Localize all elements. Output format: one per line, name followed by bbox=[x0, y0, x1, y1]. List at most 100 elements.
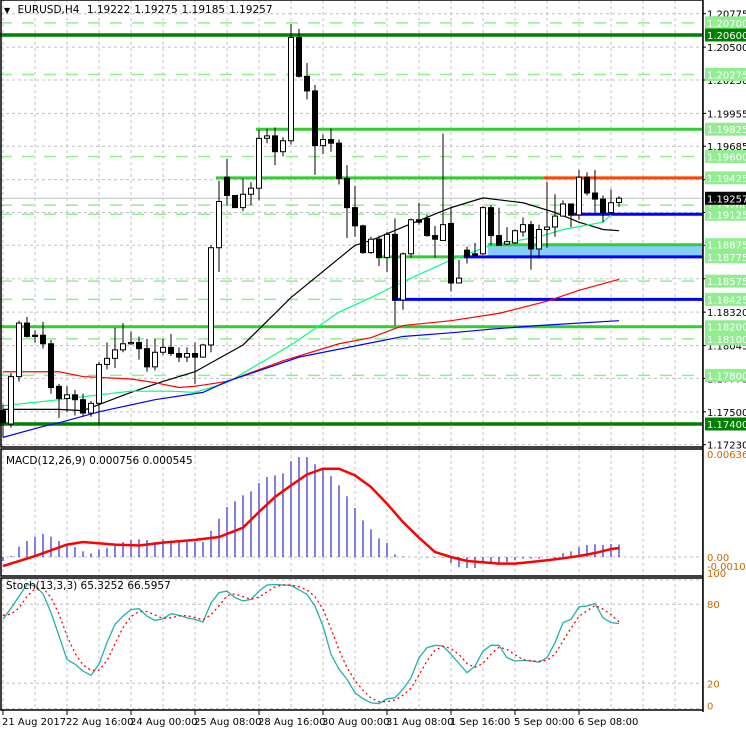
candle bbox=[544, 182, 550, 248]
candle-body bbox=[216, 201, 222, 249]
candle-body bbox=[344, 177, 350, 209]
candle bbox=[144, 338, 150, 372]
candle-body bbox=[392, 233, 398, 301]
candle bbox=[48, 340, 54, 394]
candle-body bbox=[184, 352, 190, 358]
candle bbox=[448, 207, 454, 292]
candle-body bbox=[368, 238, 374, 254]
candle bbox=[24, 317, 30, 338]
date-label: 25 Aug 08:00 bbox=[194, 717, 261, 728]
candle bbox=[408, 218, 414, 258]
candle-body bbox=[432, 235, 438, 240]
candle-body bbox=[328, 139, 334, 144]
candle bbox=[320, 134, 326, 155]
candle-body bbox=[272, 135, 278, 153]
candle bbox=[136, 336, 142, 360]
stoch-main-line bbox=[2, 583, 620, 705]
candle-body bbox=[72, 394, 78, 401]
candle bbox=[248, 182, 254, 206]
candle bbox=[184, 347, 190, 362]
candle bbox=[552, 194, 558, 237]
candle bbox=[360, 224, 366, 254]
candle bbox=[336, 139, 342, 185]
stoch-signal-line bbox=[2, 584, 620, 703]
date-label: 28 Aug 16:00 bbox=[258, 717, 325, 728]
candle-body bbox=[16, 322, 22, 378]
candle bbox=[216, 180, 222, 273]
candle-body bbox=[416, 219, 422, 223]
date-label: 1 Sep 16:00 bbox=[450, 717, 510, 728]
candle bbox=[592, 169, 598, 213]
candle bbox=[392, 218, 398, 326]
candle bbox=[432, 225, 438, 258]
candle-body bbox=[512, 230, 518, 244]
candle-body bbox=[200, 344, 206, 358]
level-price-label: 1.18100 bbox=[707, 335, 746, 346]
level-price-label: 1.18425 bbox=[707, 295, 746, 306]
candle bbox=[560, 200, 566, 217]
candle-body bbox=[152, 351, 158, 368]
candle bbox=[288, 24, 294, 145]
candle bbox=[160, 338, 166, 355]
candle bbox=[600, 195, 606, 223]
price-tick-label: 1.17500 bbox=[707, 408, 746, 419]
candle bbox=[496, 207, 502, 246]
candle-body bbox=[408, 219, 414, 255]
support-zone bbox=[488, 244, 703, 257]
macd-signal-line bbox=[2, 467, 620, 568]
level-price-label: 1.18575 bbox=[707, 277, 746, 288]
candle bbox=[384, 231, 390, 273]
date-label: 5 Sep 00:00 bbox=[514, 717, 574, 728]
candle-body bbox=[448, 222, 454, 284]
candle-body bbox=[192, 352, 198, 358]
candle-body bbox=[208, 247, 214, 346]
candle-body bbox=[560, 203, 566, 217]
candle-body bbox=[400, 253, 406, 301]
open-price: 1.19222 bbox=[86, 4, 131, 16]
candle-body bbox=[336, 142, 342, 179]
date-label: 22 Aug 16:00 bbox=[66, 717, 133, 728]
candle bbox=[480, 206, 486, 256]
triangle-down-icon[interactable]: ▼ bbox=[4, 6, 10, 15]
candle-body bbox=[600, 198, 606, 213]
candle-body bbox=[528, 224, 534, 250]
level-price-label: 1.20275 bbox=[707, 71, 746, 82]
macd-title: MACD(12,26,9) 0.000756 0.000545 bbox=[6, 455, 193, 467]
candle bbox=[280, 137, 286, 157]
candle-body bbox=[384, 233, 390, 258]
candle-body bbox=[488, 207, 494, 237]
trading-chart[interactable]: 1.207751.205001.202301.199551.196851.194… bbox=[0, 0, 746, 731]
level-price-label: 1.18200 bbox=[707, 323, 746, 334]
stoch-axis-label: 0 bbox=[707, 702, 713, 713]
candle-body bbox=[360, 225, 366, 254]
level-price-label: 1.20700 bbox=[707, 19, 746, 30]
candle bbox=[176, 347, 182, 362]
candle-body bbox=[264, 135, 270, 139]
level-price-label: 1.19125 bbox=[707, 210, 746, 221]
candle-body bbox=[480, 207, 486, 255]
candle bbox=[56, 383, 62, 418]
candle bbox=[520, 217, 526, 237]
candle bbox=[400, 252, 406, 310]
candle bbox=[584, 172, 590, 196]
candle bbox=[512, 229, 518, 245]
candle bbox=[608, 189, 614, 214]
candle-body bbox=[80, 399, 86, 414]
candle-body bbox=[32, 334, 38, 337]
candle-body bbox=[136, 342, 142, 350]
candle-body bbox=[144, 348, 150, 368]
candle-body bbox=[568, 203, 574, 216]
moving-average-line bbox=[3, 278, 620, 389]
candle-body bbox=[248, 187, 254, 195]
candle-body bbox=[616, 197, 622, 204]
candle-body bbox=[256, 137, 262, 189]
candle-body bbox=[552, 215, 558, 228]
candle-body bbox=[112, 349, 118, 359]
low-price: 1.19185 bbox=[181, 4, 226, 16]
stoch-axis-label: 100 bbox=[707, 569, 726, 580]
date-label: 21 Aug 2017 bbox=[2, 717, 66, 728]
high-price: 1.19275 bbox=[134, 4, 178, 16]
price-tick-label: 1.18320 bbox=[707, 308, 746, 319]
stoch-title: Stoch(13,3,3) 65.3252 66.5957 bbox=[6, 580, 171, 592]
candle-body bbox=[352, 207, 358, 227]
